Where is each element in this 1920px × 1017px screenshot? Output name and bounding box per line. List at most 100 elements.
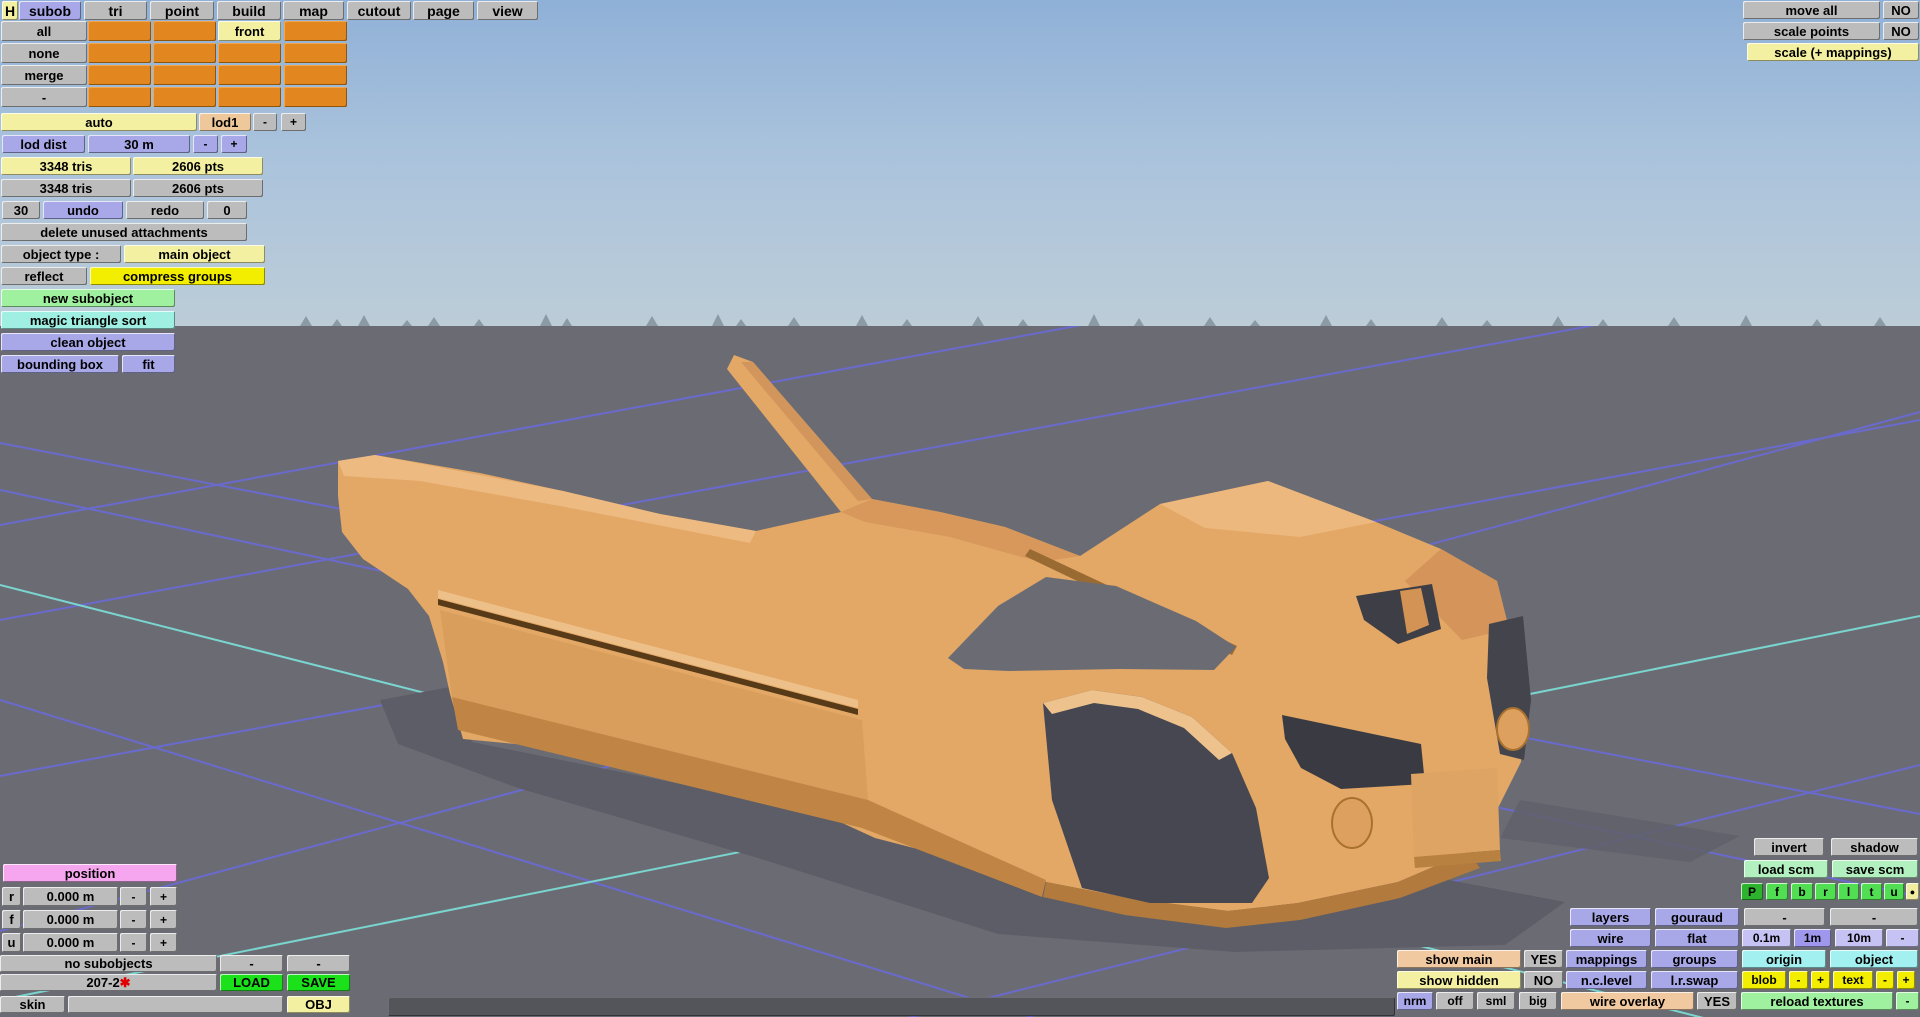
grid-cell[interactable] [88,65,151,85]
view-front-button[interactable]: f [1766,883,1788,900]
origin-button[interactable]: origin [1742,950,1826,968]
grid-size-dash-button[interactable]: - [1886,929,1919,947]
grid-cell[interactable] [218,87,281,107]
view-under-button[interactable]: u [1884,883,1904,900]
lod1-button[interactable]: lod1 [199,113,251,131]
view-perspective-button[interactable]: P [1741,883,1763,900]
flat-button[interactable]: flat [1655,929,1739,947]
grid-cell[interactable] [88,87,151,107]
menu-item-point[interactable]: point [150,1,214,20]
scale-points-toggle[interactable]: NO [1883,22,1919,40]
move-all-button[interactable]: move all [1743,1,1880,19]
redo-button[interactable]: redo [126,201,204,219]
layers-button[interactable]: layers [1570,908,1651,926]
blob-minus-button[interactable]: - [1789,971,1808,989]
text-minus-button[interactable]: - [1876,971,1894,989]
nrm-off-button[interactable]: off [1436,992,1474,1010]
grid-cell[interactable] [284,65,347,85]
grid-size-1m-button[interactable]: 1m [1794,929,1831,947]
lod-dist-minus-button[interactable]: - [193,135,218,153]
wire-overlay-toggle[interactable]: YES [1697,992,1737,1010]
lod-plus-button[interactable]: + [281,113,306,131]
lod-dist-value[interactable]: 30 m [88,135,190,153]
text-plus-button[interactable]: + [1897,971,1915,989]
grid-cell[interactable] [153,87,216,107]
gouraud-button[interactable]: gouraud [1655,908,1739,926]
nrm-sml-button[interactable]: sml [1477,992,1515,1010]
object-type-value[interactable]: main object [124,245,265,263]
select-dash-button[interactable]: - [1,87,87,107]
lod-dist-plus-button[interactable]: + [221,135,247,153]
text-button[interactable]: text [1833,971,1873,989]
grid-cell[interactable] [88,43,151,63]
object-button[interactable]: object [1830,950,1918,968]
view-top-button[interactable]: t [1861,883,1882,900]
menu-item-build[interactable]: build [217,1,281,20]
show-hidden-button[interactable]: show hidden [1397,971,1521,989]
mappings-button[interactable]: mappings [1566,950,1647,968]
move-all-toggle[interactable]: NO [1883,1,1919,19]
bounding-box-button[interactable]: bounding box [1,355,119,373]
position-u-plus-button[interactable]: + [150,933,177,952]
blob-plus-button[interactable]: + [1811,971,1830,989]
menu-item-h[interactable]: H [2,1,18,20]
position-r-minus-button[interactable]: - [120,887,147,906]
magic-triangle-sort-button[interactable]: magic triangle sort [1,311,175,329]
position-r-plus-button[interactable]: + [150,887,177,906]
fit-button[interactable]: fit [122,355,175,373]
show-main-button[interactable]: show main [1397,950,1521,968]
load-scm-button[interactable]: load scm [1744,860,1828,878]
grid-cell[interactable] [218,43,281,63]
clean-object-button[interactable]: clean object [1,333,175,351]
menu-item-map[interactable]: map [283,1,344,20]
shadow-button[interactable]: shadow [1831,838,1918,856]
subobject-dash-button-2[interactable]: - [287,955,350,972]
delete-unused-attachments-button[interactable]: delete unused attachments [1,223,247,241]
wire-overlay-button[interactable]: wire overlay [1561,992,1694,1010]
grid-cell[interactable] [88,21,151,41]
reload-textures-dash-button[interactable]: - [1896,992,1919,1010]
layers-dash-button[interactable]: - [1744,908,1825,926]
load-button[interactable]: LOAD [220,974,283,991]
skin-button[interactable]: skin [0,996,65,1013]
undo-button[interactable]: undo [43,201,123,219]
view-back-button[interactable]: b [1791,883,1813,900]
lod-auto-button[interactable]: auto [1,113,197,131]
grid-cell[interactable] [218,65,281,85]
nrm-big-button[interactable]: big [1519,992,1557,1010]
grid-cell[interactable] [284,21,347,41]
show-hidden-toggle[interactable]: NO [1524,971,1563,989]
groups-button[interactable]: groups [1651,950,1738,968]
view-left-button[interactable]: l [1838,883,1859,900]
position-u-minus-button[interactable]: - [120,933,147,952]
scale-mappings-button[interactable]: scale (+ mappings) [1747,43,1919,61]
save-scm-button[interactable]: save scm [1832,860,1918,878]
subobject-dash-button[interactable]: - [220,955,283,972]
menu-item-subob[interactable]: subob [19,1,81,20]
grid-cell-front[interactable]: front [218,21,281,41]
invert-button[interactable]: invert [1754,838,1824,856]
position-f-value[interactable]: 0.000 m [23,910,118,929]
layers-dash-button-2[interactable]: - [1830,908,1918,926]
select-all-button[interactable]: all [1,21,87,41]
position-f-minus-button[interactable]: - [120,910,147,929]
select-none-button[interactable]: none [1,43,87,63]
position-f-plus-button[interactable]: + [150,910,177,929]
grid-cell[interactable] [284,43,347,63]
save-button[interactable]: SAVE [287,974,350,991]
menu-item-cutout[interactable]: cutout [347,1,411,20]
grid-size-10m-button[interactable]: 10m [1835,929,1883,947]
grid-cell[interactable] [153,43,216,63]
menu-item-view[interactable]: view [477,1,538,20]
menu-item-tri[interactable]: tri [84,1,147,20]
reload-textures-button[interactable]: reload textures [1741,992,1893,1010]
scale-points-button[interactable]: scale points [1743,22,1880,40]
grid-cell[interactable] [153,65,216,85]
nc-level-button[interactable]: n.c.level [1566,971,1647,989]
nrm-button[interactable]: nrm [1397,992,1433,1010]
view-right-button[interactable]: r [1815,883,1836,900]
show-main-toggle[interactable]: YES [1524,950,1563,968]
grid-cell[interactable] [284,87,347,107]
skin-slot[interactable] [68,996,283,1013]
reflect-button[interactable]: reflect [1,267,87,285]
